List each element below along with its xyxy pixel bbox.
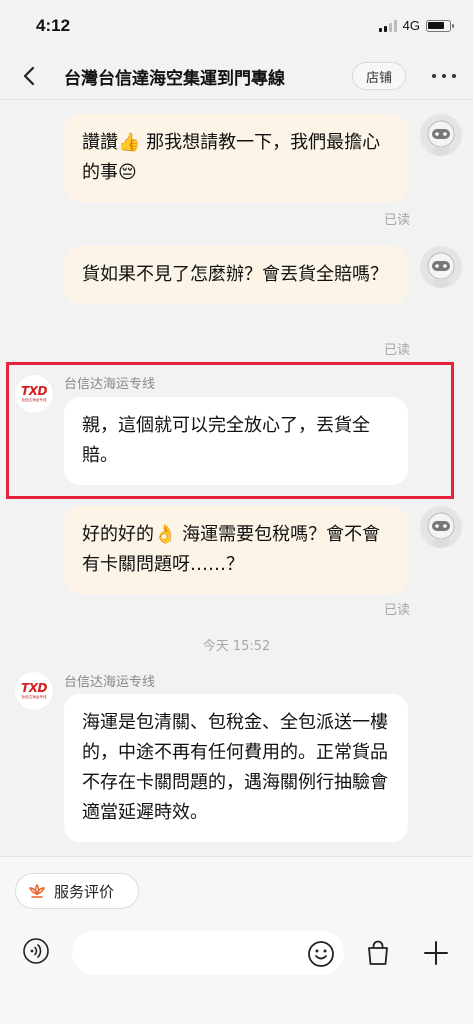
voice-icon (23, 938, 49, 964)
message-text: 海運是包清關、包稅金、全包派送一樓的，中途不再有任何費用的。正常貨品不存在卡關問… (82, 712, 388, 823)
back-icon[interactable] (18, 64, 42, 88)
nav-bar: 台灣台信達海空集運到門專線 店铺 (0, 52, 473, 100)
status-time: 4:12 (36, 16, 71, 35)
pensive-emoji: 😔 (118, 162, 137, 183)
message-text: 好的好的 (82, 524, 154, 545)
shopping-bag-icon[interactable] (362, 937, 394, 969)
message-text: 貨如果不見了怎麼辦？會丟貨全賠嗎？ (82, 264, 388, 285)
plus-icon[interactable] (420, 937, 452, 969)
chat-area[interactable]: 讚讚👍 那我想請教一下，我們最擔心的事😔 已读 貨如果不見了怎麼辦？會丟貨全賠嗎… (0, 101, 473, 856)
user-avatar[interactable] (420, 506, 462, 548)
service-rating-label: 服务评价 (54, 882, 115, 901)
astronaut-icon (427, 252, 455, 288)
user-avatar[interactable] (420, 114, 462, 156)
status-icons: 4G (378, 18, 454, 33)
status-bar: 4:12 4G (0, 0, 473, 52)
lotus-icon (28, 883, 46, 898)
thumbs-up-emoji: 👍 (118, 132, 141, 153)
highlight-box (6, 362, 454, 499)
read-receipt: 已读 (384, 213, 411, 228)
network-label: 4G (402, 18, 420, 33)
shop-logo-subtext: 台信达海运专线 (21, 693, 47, 699)
ok-hand-emoji: 👌 (154, 524, 177, 545)
message-bubble-outgoing: 好的好的👌 海運需要包稅嗎？會不會有卡關問題呀……？ (64, 506, 408, 594)
message-text: 讚讚 (82, 132, 118, 153)
voice-button[interactable] (16, 931, 56, 971)
sender-name: 台信达海运专线 (64, 675, 156, 690)
page-title: 台灣台信達海空集運到門專線 (64, 69, 285, 89)
message-bubble-outgoing: 讚讚👍 那我想請教一下，我們最擔心的事😔 (64, 114, 408, 202)
signal-icon (378, 19, 397, 32)
message-input[interactable] (72, 931, 344, 975)
message-bubble-incoming: 海運是包清關、包稅金、全包派送一樓的，中途不再有任何費用的。正常貨品不存在卡關問… (64, 694, 408, 842)
message-bubble-outgoing: 貨如果不見了怎麼辦？會丟貨全賠嗎？ (64, 246, 408, 304)
service-rating-button[interactable]: 服务评价 (15, 873, 139, 909)
bottom-toolbar: 服务评价 (0, 856, 473, 1024)
shop-logo-text: TXD (21, 680, 47, 695)
astronaut-icon (427, 512, 455, 548)
shop-avatar[interactable]: TXD 台信达海运专线 (14, 671, 54, 711)
time-separator: 今天 15:52 (202, 639, 271, 654)
read-receipt: 已读 (384, 343, 411, 358)
shop-button[interactable]: 店铺 (352, 62, 406, 90)
emoji-icon[interactable] (306, 939, 336, 969)
user-avatar[interactable] (420, 246, 462, 288)
battery-icon (426, 19, 454, 32)
more-icon[interactable] (432, 66, 456, 86)
astronaut-icon (427, 120, 455, 156)
read-receipt: 已读 (384, 603, 411, 618)
